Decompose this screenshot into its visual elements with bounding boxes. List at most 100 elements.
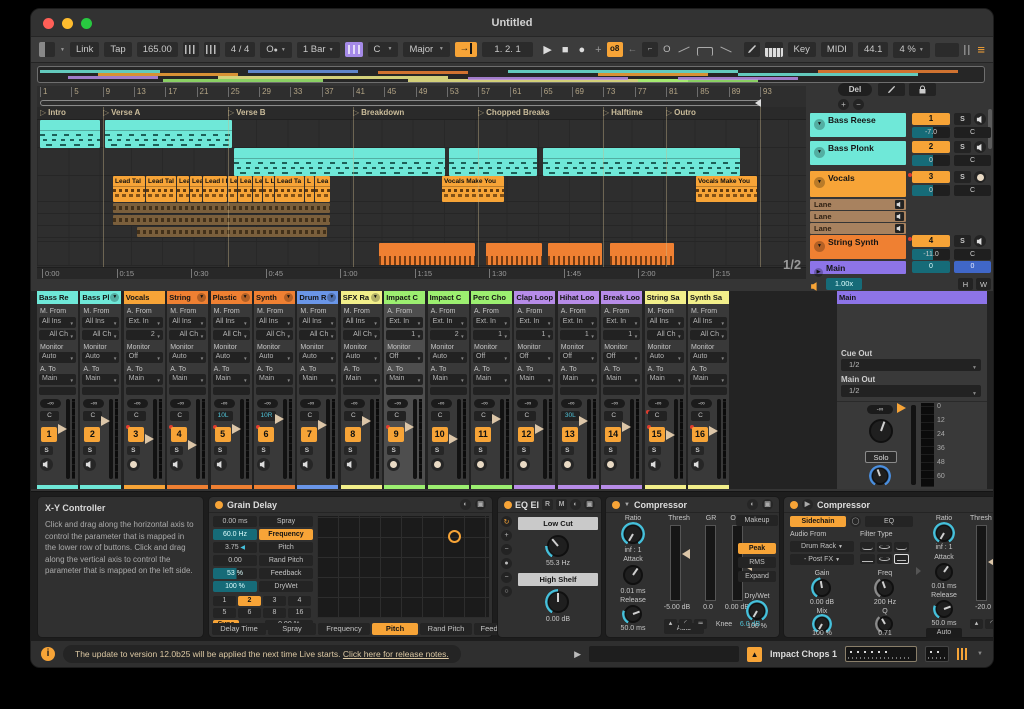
input-channel-select[interactable]: All Ch▼ (690, 330, 727, 340)
clip-waveform-thumbnail[interactable] (845, 646, 917, 662)
link-button[interactable]: Link (70, 42, 99, 57)
volume-display[interactable]: -∞ (604, 399, 625, 408)
rms-button[interactable]: RMS (738, 557, 776, 568)
solo-button[interactable]: S (648, 446, 661, 455)
audio-clip-lead[interactable]: Lead Tal (113, 176, 145, 202)
attack-value[interactable]: 0.01 ms (608, 588, 658, 595)
volume-fader-track[interactable] (543, 399, 547, 479)
release-value[interactable]: 50.0 ms (922, 620, 966, 627)
volume-fader-handle[interactable] (188, 440, 197, 450)
audio-clip-lead[interactable]: Lead l L (203, 176, 227, 202)
thresh-value[interactable]: -20.0 d (968, 604, 994, 611)
input-channel-select[interactable]: 1▼ (386, 330, 423, 340)
input-channel-select[interactable]: 1▼ (473, 330, 510, 340)
monitor-select[interactable]: Off▼ (386, 352, 423, 363)
makeup-button[interactable]: Makeup (736, 515, 778, 526)
metronome-button[interactable]: O●▼ (260, 42, 292, 58)
track-pan[interactable]: C (954, 185, 991, 196)
output-select[interactable]: Main▼ (603, 374, 640, 385)
input-channel-select[interactable]: All Ch▼ (256, 330, 293, 340)
mixer-track-title[interactable]: String▼ (167, 291, 208, 304)
eq-tool-icon[interactable]: ○ (501, 586, 512, 597)
midi-clip[interactable] (105, 120, 232, 148)
monitor-select[interactable]: Off▼ (560, 352, 597, 363)
arm-button[interactable] (517, 458, 530, 471)
monitor-speaker-icon[interactable] (974, 141, 986, 153)
solo-button[interactable]: S (83, 446, 96, 455)
arm-button[interactable] (127, 458, 140, 471)
activity-view-button[interactable]: ▴ (664, 619, 677, 629)
take-lane-clip[interactable] (113, 215, 330, 225)
thresh-value[interactable]: -5.00 dB (658, 604, 696, 611)
crossfade-box[interactable] (516, 387, 553, 395)
monitor-select[interactable]: Auto▼ (299, 352, 336, 363)
input-channel-select[interactable]: 1▼ (603, 330, 640, 340)
filter-shape-button[interactable] (860, 554, 875, 564)
volume-fader-handle[interactable] (232, 424, 241, 434)
solo-button[interactable]: S (604, 446, 617, 455)
xy-assign-tab[interactable]: Delay Time (212, 623, 266, 635)
monitor-select[interactable]: Auto▼ (213, 352, 250, 363)
lock-icon[interactable] (909, 83, 936, 96)
hamburger-menu-icon[interactable]: ≡ (977, 42, 985, 57)
mixer-track-title[interactable]: Impact C (384, 291, 425, 304)
close-window-button[interactable] (43, 18, 54, 29)
attack-knob[interactable] (623, 565, 643, 585)
ratio-value[interactable]: inf : 1 (608, 547, 658, 554)
thresh-handle[interactable] (682, 549, 690, 559)
monitor-select[interactable]: Auto▼ (690, 352, 727, 363)
grain-param-label[interactable]: Feedback (259, 568, 313, 579)
pan-display[interactable]: C (300, 411, 319, 421)
volume-fader-track[interactable] (500, 399, 504, 479)
audio-clip-vocals[interactable]: Vocals Make You (442, 176, 504, 202)
arm-button[interactable] (561, 458, 574, 471)
pan-display[interactable]: C (604, 411, 623, 421)
device-on-icon[interactable] (612, 501, 620, 509)
midi-clip[interactable] (449, 148, 537, 176)
input-type-select[interactable]: All Ins▼ (213, 317, 250, 328)
track-pan[interactable]: C (954, 127, 991, 138)
output-select[interactable]: Main▼ (473, 374, 510, 385)
midi-clip[interactable] (543, 148, 740, 176)
output-select[interactable]: Main▼ (386, 374, 423, 385)
freq-knob[interactable] (876, 579, 894, 597)
audio-clip-lead[interactable]: Lea (177, 176, 189, 202)
output-select[interactable]: Main▼ (82, 374, 119, 385)
grain-param-value[interactable]: 60.0 Hz (213, 529, 257, 540)
ratio-value[interactable]: inf : 1 (922, 544, 966, 551)
solo-button[interactable]: S (344, 446, 357, 455)
release-knob[interactable] (624, 605, 642, 623)
volume-display[interactable]: -∞ (83, 399, 104, 408)
volume-display[interactable]: -∞ (127, 399, 148, 408)
volume-fader-handle[interactable] (362, 416, 371, 426)
eq-tool-icon[interactable]: − (501, 544, 512, 555)
output-meter-icon[interactable] (957, 648, 969, 660)
view-toggle-icon[interactable] (39, 42, 55, 57)
output-select[interactable]: Main▼ (39, 374, 76, 385)
solo-button[interactable]: S (170, 446, 183, 455)
track-number-button[interactable]: 2 (84, 427, 100, 442)
ratio-knob[interactable] (623, 524, 643, 544)
volume-display[interactable]: -∞ (648, 399, 669, 408)
track-number-button[interactable]: 7 (301, 427, 317, 442)
track-number-button[interactable]: 14 (605, 427, 621, 442)
arm-button[interactable] (474, 458, 487, 471)
monitor-speaker-icon[interactable] (83, 458, 96, 471)
audio-clip-lead[interactable]: L L (263, 176, 274, 202)
main-fader-track[interactable] (911, 405, 916, 485)
volume-fader-handle[interactable] (145, 434, 154, 444)
volume-fader-handle[interactable] (449, 434, 458, 444)
track-number[interactable]: 4 (912, 235, 950, 247)
eq-tool-icon[interactable]: − (501, 572, 512, 583)
output-select[interactable]: Main▼ (560, 374, 597, 385)
release-notes-link[interactable]: Click here for release notes. (343, 649, 449, 659)
track-number-button[interactable]: 3 (128, 427, 144, 442)
gain-knob[interactable] (813, 579, 831, 597)
monitor-select[interactable]: Off▼ (473, 352, 510, 363)
follow-button[interactable]: → (455, 42, 477, 57)
grain-param-value[interactable]: 3.75 ◀ (213, 542, 257, 553)
transfer-curve-button[interactable]: ◜ (985, 619, 994, 629)
mixer-track-title[interactable]: SFX Ra▼ (341, 291, 382, 304)
audio-engine-icon[interactable] (810, 279, 822, 290)
output-select[interactable]: Main▼ (213, 374, 250, 385)
